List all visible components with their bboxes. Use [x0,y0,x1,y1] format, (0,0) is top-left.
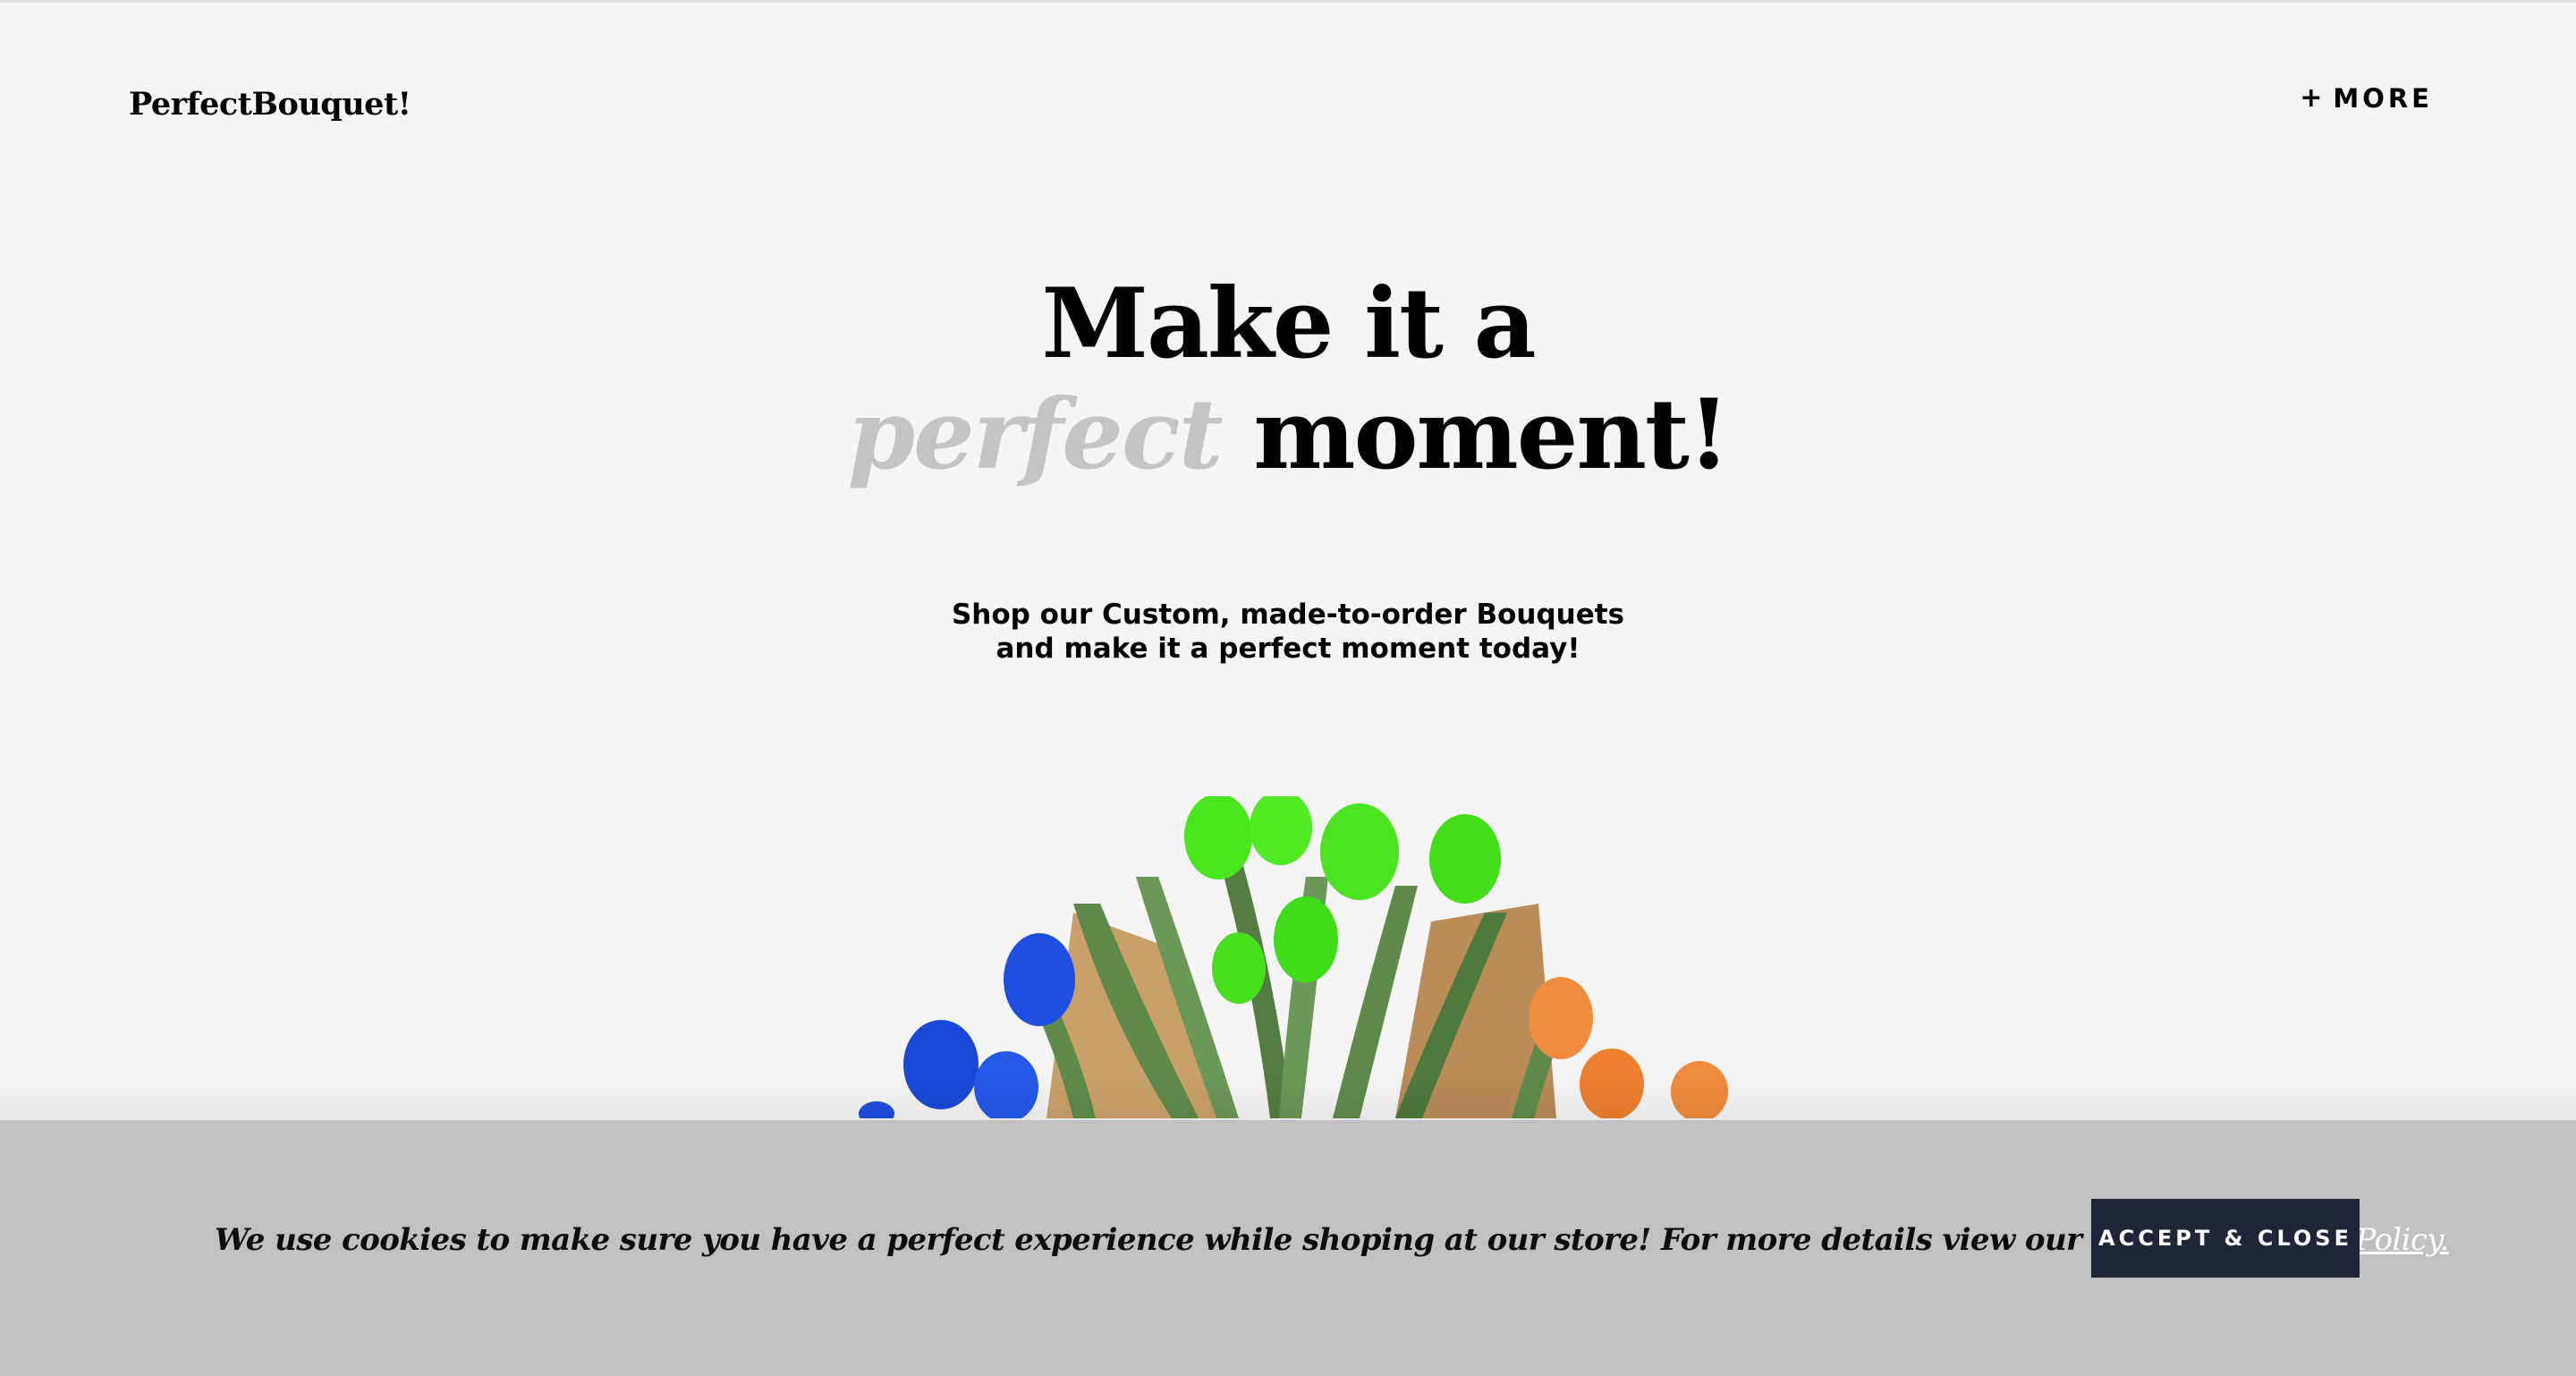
hero-heading: Make it a perfect moment! [0,268,2576,490]
hero-accent-word: perfect [847,378,1224,491]
cookie-banner-shadow [0,1074,2576,1120]
tulip-blue-1 [1004,933,1075,1026]
hero-line-2-rest: moment! [1253,378,1730,491]
plus-icon: + [2300,82,2323,114]
brand-logo[interactable]: PerfectBouquet! [129,86,411,123]
tulip-green-4 [1429,814,1501,904]
top-border [0,0,2576,3]
hero-line-2: perfect moment! [0,379,2576,490]
tulip-green-2 [1320,803,1399,900]
tulip-green-1 [1184,796,1252,879]
hero-subtitle: Shop our Custom, made-to-order Bouquets … [0,598,2576,666]
cookie-message-text: We use cookies to make sure you have a p… [215,1222,2082,1258]
bouquet-image [751,796,1825,1118]
hero-line-1: Make it a [1041,268,1536,380]
more-menu-button[interactable]: + MORE [2300,82,2433,114]
accept-close-button[interactable]: ACCEPT & CLOSE [2091,1199,2360,1278]
subtitle-line-1: Shop our Custom, made-to-order Bouquets [951,599,1625,631]
subtitle-line-2: and make it a perfect moment today! [996,633,1580,665]
more-menu-label: MORE [2333,82,2433,114]
cookie-banner: We use cookies to make sure you have a p… [0,1119,2576,1376]
tulip-green-5 [1274,896,1338,982]
tulip-orange-1 [1529,977,1593,1059]
bouquet-illustration [859,796,1728,1118]
tulip-green-3 [1250,796,1312,865]
tulip-green-6 [1212,932,1266,1004]
